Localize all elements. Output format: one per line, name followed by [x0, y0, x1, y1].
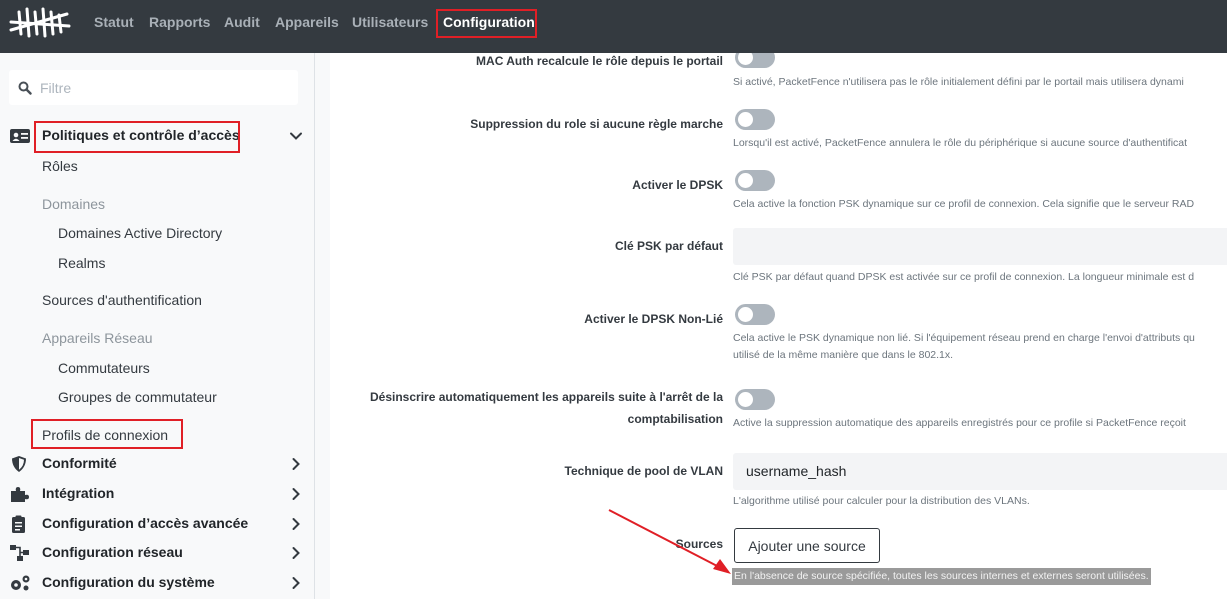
section-integration[interactable]: Intégration	[0, 481, 314, 507]
section-system-config[interactable]: Configuration du système	[0, 570, 314, 596]
vlan-pool-value: username_hash	[746, 463, 847, 479]
connection-profile-form: MAC Auth recalcule le rôle depuis le por…	[330, 53, 1227, 599]
puzzle-icon	[11, 487, 29, 502]
section-label: Intégration	[42, 485, 115, 501]
sidebar-search	[9, 70, 298, 105]
default-psk-label: Clé PSK par défaut	[614, 239, 723, 253]
network-icon	[10, 545, 29, 561]
nav-appareils[interactable]: Appareils	[275, 14, 339, 30]
default-psk-help: Clé PSK par défaut quand DPSK est activé…	[733, 271, 1195, 283]
nav-audit[interactable]: Audit	[224, 14, 260, 30]
sidebar-group-domains: Domaines	[42, 196, 106, 212]
id-card-icon	[10, 129, 30, 143]
dpsk-unbound-toggle[interactable]	[735, 304, 775, 325]
dpsk-unbound-help-line2: utilisé de la même manière que dans le 8…	[733, 349, 954, 361]
section-network-config[interactable]: Configuration réseau	[0, 540, 314, 566]
section-label: Conformité	[42, 455, 117, 471]
remove-role-toggle[interactable]	[735, 109, 775, 130]
nav-utilisateurs[interactable]: Utilisateurs	[352, 14, 428, 30]
mac-auth-help: Si activé, PacketFence n'utilisera pas l…	[733, 76, 1184, 88]
search-icon	[18, 81, 32, 95]
remove-role-label: Suppression du role si aucune règle marc…	[470, 117, 723, 131]
section-label: Configuration d’accès avancée	[42, 515, 249, 531]
auto-unregister-help: Active la suppression automatique des ap…	[733, 417, 1186, 429]
default-psk-input[interactable]	[733, 228, 1227, 265]
packetfence-logo[interactable]	[9, 6, 71, 38]
section-label: Configuration réseau	[42, 544, 183, 560]
sidebar-item-auth-sources[interactable]: Sources d'authentification	[42, 292, 202, 308]
sidebar-item-switch-groups[interactable]: Groupes de commutateur	[58, 389, 217, 405]
clipboard-icon	[12, 515, 25, 533]
vlan-pool-help: L'algorithme utilisé pour calculer pour …	[733, 495, 1030, 507]
annotation-arrow-icon	[608, 509, 731, 574]
sources-help: En l'absence de source spécifiée, toutes…	[732, 568, 1151, 585]
dpsk-label: Activer le DPSK	[632, 178, 723, 192]
top-navbar: Statut Rapports Audit Appareils Utilisat…	[0, 0, 1227, 53]
section-advanced-access[interactable]: Configuration d’accès avancée	[0, 511, 314, 537]
sidebar-item-roles[interactable]: Rôles	[42, 158, 78, 174]
gears-icon	[11, 575, 30, 591]
mac-auth-toggle[interactable]	[735, 53, 775, 68]
sidebar-item-ad-domains[interactable]: Domaines Active Directory	[58, 225, 222, 241]
highlight-box	[436, 9, 537, 38]
shield-icon	[12, 456, 26, 472]
sidebar-item-realms[interactable]: Realms	[58, 255, 105, 271]
auto-unregister-label-line1: Désinscrire automatiquement les appareil…	[370, 390, 723, 404]
chevron-right-icon	[292, 488, 300, 500]
dpsk-unbound-help-line1: Cela active le PSK dynamique non lié. Si…	[733, 332, 1195, 344]
vlan-pool-select[interactable]: username_hash	[733, 453, 1227, 490]
highlight-box	[31, 419, 183, 449]
highlight-box	[34, 121, 240, 153]
section-compliance[interactable]: Conformité	[0, 451, 314, 477]
dpsk-help: Cela active la fonction PSK dynamique su…	[733, 198, 1195, 210]
nav-statut[interactable]: Statut	[94, 14, 134, 30]
auto-unregister-toggle[interactable]	[735, 389, 775, 410]
sidebar-divider	[314, 53, 330, 599]
remove-role-help: Lorsqu'il est activé, PacketFence annule…	[733, 137, 1188, 149]
auto-unregister-label-line2: comptabilisation	[627, 412, 723, 426]
sidebar-filter-input[interactable]	[40, 78, 290, 98]
section-label: Configuration du système	[42, 574, 215, 590]
chevron-right-icon	[292, 458, 300, 470]
sidebar-group-network-devices: Appareils Réseau	[42, 330, 153, 346]
sidebar-item-switches[interactable]: Commutateurs	[58, 360, 150, 376]
add-source-button[interactable]: Ajouter une source	[734, 528, 880, 563]
sidebar: Politiques et contrôle d’accès Rôles Dom…	[0, 53, 314, 599]
nav-rapports[interactable]: Rapports	[149, 14, 210, 30]
chevron-right-icon	[292, 577, 300, 589]
dpsk-unbound-label: Activer le DPSK Non-Lié	[584, 312, 723, 326]
chevron-right-icon	[292, 547, 300, 559]
chevron-down-icon[interactable]	[289, 129, 303, 143]
chevron-right-icon	[292, 518, 300, 530]
mac-auth-label: MAC Auth recalcule le rôle depuis le por…	[476, 54, 723, 68]
vlan-pool-label: Technique de pool de VLAN	[564, 464, 723, 478]
dpsk-toggle[interactable]	[735, 170, 775, 191]
